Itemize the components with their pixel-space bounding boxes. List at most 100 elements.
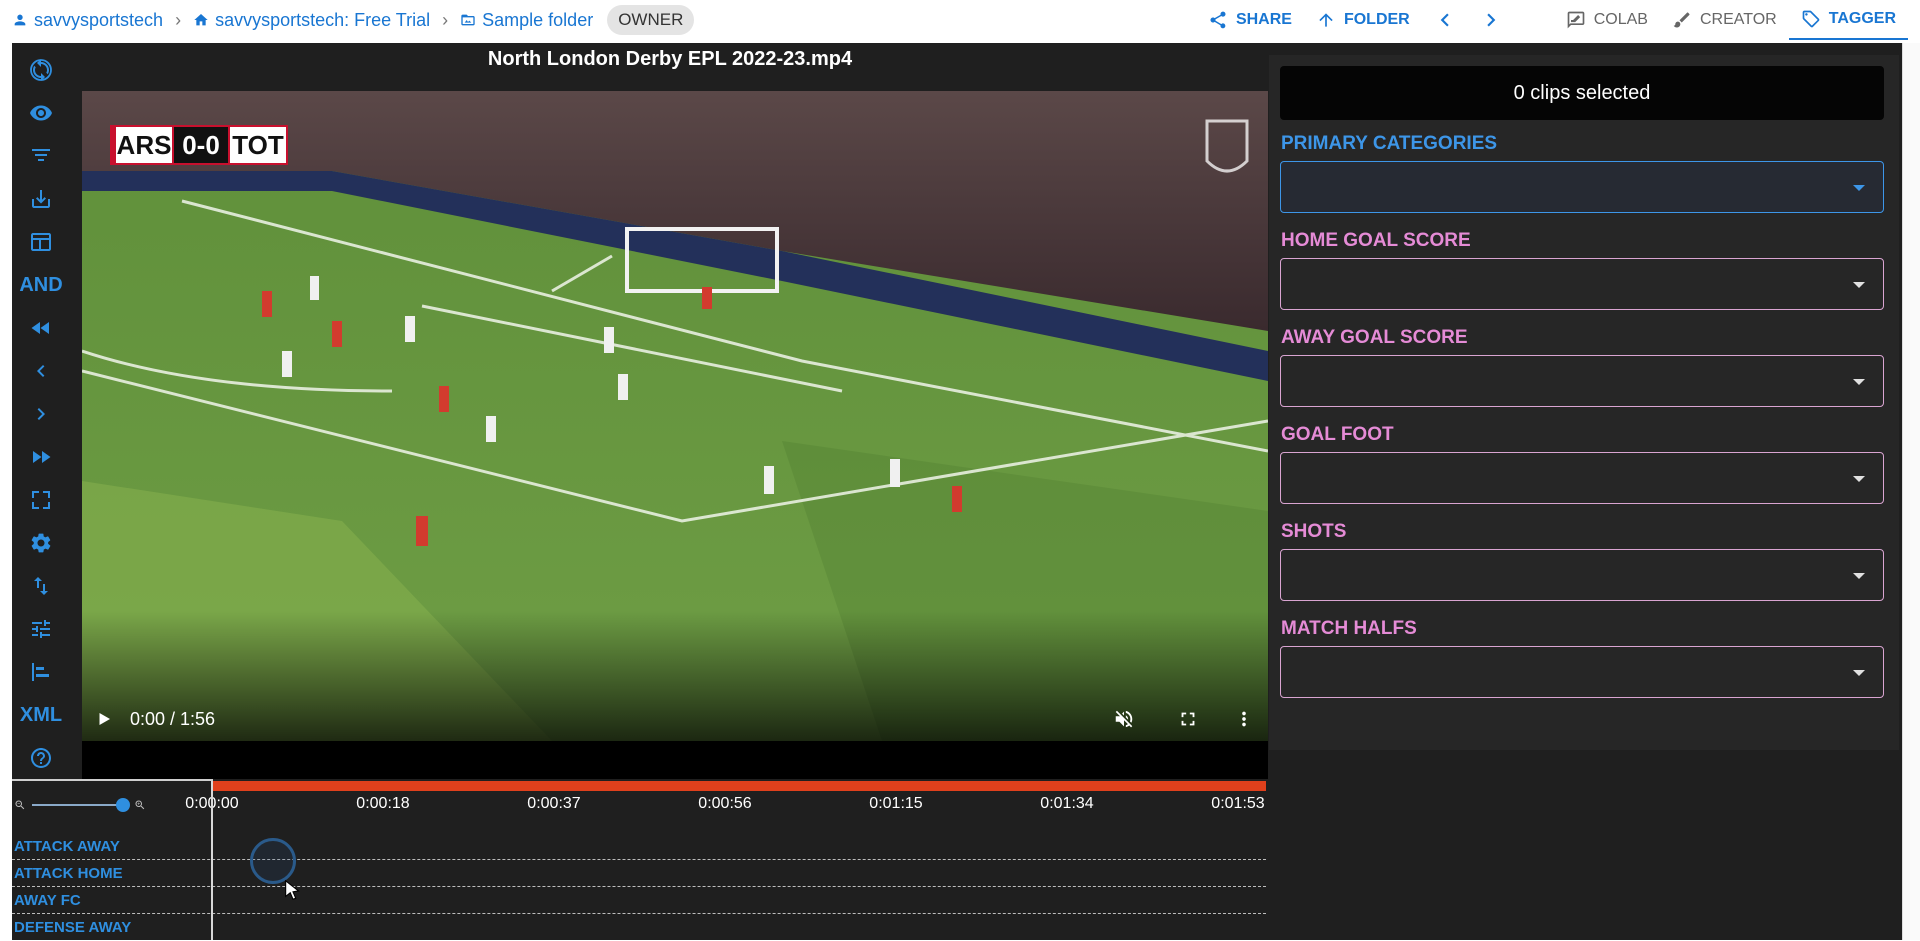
breadcrumb-team-label: savvysportstech: Free Trial: [215, 9, 431, 30]
step-forward-button[interactable]: [12, 397, 70, 431]
timeline-range-bar[interactable]: [213, 781, 1266, 791]
timeline-row[interactable]: ATTACK HOME: [12, 860, 1266, 887]
top-bar: savvysportstech › savvysportstech: Free …: [0, 0, 1920, 40]
chevron-down-icon: [1853, 185, 1865, 191]
playhead-line[interactable]: [211, 781, 213, 940]
zoom-slider-handle[interactable]: [116, 798, 130, 812]
creator-tab[interactable]: CREATOR: [1660, 0, 1789, 40]
help-button[interactable]: [12, 741, 70, 775]
timeline-row-label[interactable]: ATTACK AWAY: [14, 838, 120, 855]
view-button[interactable]: [12, 96, 70, 130]
swap-button[interactable]: [12, 569, 70, 603]
goal-foot-select[interactable]: [1280, 452, 1884, 504]
zoom-slider[interactable]: [32, 798, 130, 812]
more-vertical-icon: [1242, 711, 1246, 727]
video-more-button[interactable]: [1220, 697, 1268, 741]
video-fullscreen-button[interactable]: [1156, 697, 1220, 741]
xml-export-button[interactable]: XML: [12, 698, 70, 732]
timeline-row[interactable]: ATTACK AWAY: [12, 833, 1266, 860]
download-button[interactable]: [12, 182, 70, 216]
tagger-panel: 0 clips selected PRIMARY CATEGORIES HOME…: [1269, 55, 1899, 750]
breadcrumb-folder[interactable]: Sample folder: [460, 10, 593, 31]
align-button[interactable]: [12, 655, 70, 689]
scrollbar-track[interactable]: [1902, 43, 1920, 940]
align-left-icon: [32, 663, 49, 681]
filter-button[interactable]: [12, 139, 70, 173]
timeline-row-label[interactable]: ATTACK HOME: [14, 865, 123, 882]
timeline-tick: 0:00:37: [527, 795, 581, 812]
chevron-down-icon: [1853, 476, 1865, 482]
fullscreen-button[interactable]: [12, 483, 70, 517]
primary-categories-label: PRIMARY CATEGORIES: [1281, 133, 1498, 154]
zoom-in-icon[interactable]: [134, 799, 146, 811]
download-icon: [32, 190, 50, 208]
video-frame: ARS 0-0 TOT: [82, 91, 1268, 741]
creator-label: CREATOR: [1699, 11, 1777, 28]
chevron-down-icon: [1853, 573, 1865, 579]
clips-selected-banner: 0 clips selected: [1280, 66, 1884, 120]
shots-select[interactable]: [1280, 549, 1884, 601]
table-button[interactable]: [12, 225, 70, 259]
left-toolbar: AND XML: [12, 43, 70, 773]
breadcrumb: savvysportstech › savvysportstech: Free …: [0, 0, 695, 40]
sync-icon: [30, 59, 52, 81]
previous-button[interactable]: [1422, 0, 1468, 40]
next-button[interactable]: [1468, 0, 1514, 40]
goal-foot-label: GOAL FOOT: [1281, 424, 1394, 445]
breadcrumb-user-label: savvysportstech: [34, 9, 164, 30]
video-time: 0:00 / 1:56: [130, 708, 216, 729]
timeline-row[interactable]: AWAY FC: [12, 887, 1266, 914]
zoom-out-icon[interactable]: [14, 799, 26, 811]
home-goal-score-select[interactable]: [1280, 258, 1884, 310]
brush-icon: [1673, 12, 1690, 28]
settings-button[interactable]: [12, 526, 70, 560]
breadcrumb-team[interactable]: savvysportstech: Free Trial: [193, 10, 430, 31]
and-toggle-button[interactable]: AND: [12, 268, 70, 302]
tagger-tab[interactable]: TAGGER: [1788, 0, 1908, 40]
filter-icon: [32, 149, 50, 161]
sync-button[interactable]: [12, 53, 70, 87]
timeline-row[interactable]: DEFENSE AWAY: [12, 914, 1266, 941]
match-halfs-label: MATCH HALFS: [1281, 618, 1417, 639]
away-goal-score-select[interactable]: [1280, 355, 1884, 407]
rewind-button[interactable]: [12, 311, 70, 345]
arrow-up-icon: [1319, 13, 1333, 27]
video-controls: 0:00 / 1:56: [82, 697, 1268, 741]
timeline-tick: 0:01:34: [1040, 795, 1094, 812]
swap-vertical-icon: [34, 577, 48, 595]
click-indicator: [250, 838, 296, 884]
breadcrumb-separator: ›: [442, 9, 449, 30]
video-player[interactable]: ARS 0-0 TOT 0:00 / 1:56: [82, 91, 1268, 779]
primary-categories-select[interactable]: [1280, 161, 1884, 213]
role-chip: OWNER: [607, 5, 695, 35]
chevron-down-icon: [1853, 670, 1865, 676]
share-button[interactable]: SHARE: [1196, 0, 1304, 40]
play-button[interactable]: [82, 697, 126, 741]
fast-forward-button[interactable]: [12, 440, 70, 474]
volume-off-icon: [1115, 710, 1133, 728]
timeline-row-label[interactable]: DEFENSE AWAY: [14, 919, 131, 936]
play-icon: [99, 713, 110, 725]
eye-icon: [30, 105, 52, 121]
away-goal-score-label: AWAY GOAL SCORE: [1281, 327, 1468, 348]
shots-label: SHOTS: [1281, 521, 1347, 542]
chevron-down-icon: [1853, 282, 1865, 288]
colab-tab[interactable]: COLAB: [1554, 0, 1660, 40]
chevron-right-icon: [1487, 13, 1496, 27]
folder-up-button[interactable]: FOLDER: [1304, 0, 1422, 40]
scoreboard: ARS 0-0 TOT: [110, 125, 288, 165]
step-back-button[interactable]: [12, 354, 70, 388]
tune-icon: [32, 620, 50, 638]
fullscreen-icon: [1181, 712, 1195, 726]
mouse-pointer-icon: [285, 879, 300, 900]
gear-icon: [31, 533, 51, 553]
fullscreen-icon: [32, 491, 50, 509]
video-title: North London Derby EPL 2022-23.mp4: [487, 48, 853, 70]
match-halfs-select[interactable]: [1280, 646, 1884, 698]
breadcrumb-user[interactable]: savvysportstech: [12, 10, 163, 31]
photo-folder-icon: [461, 14, 475, 26]
mute-button[interactable]: [1092, 697, 1156, 741]
timeline-row-label[interactable]: AWAY FC: [14, 892, 81, 909]
adjustments-button[interactable]: [12, 612, 70, 646]
timeline-divider: [12, 779, 213, 781]
